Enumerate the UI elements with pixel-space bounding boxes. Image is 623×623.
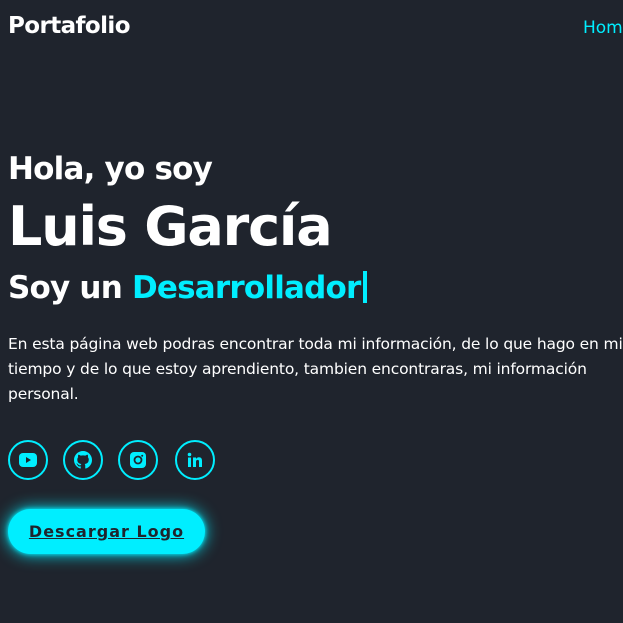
typing-cursor: [362, 271, 367, 303]
role-highlight: Desarrollador: [131, 270, 361, 306]
github-link[interactable]: [63, 440, 103, 480]
nav-link-home[interactable]: Hom: [583, 18, 623, 38]
portfolio-page: Portafolio Hom Hola, yo soy Luis García …: [0, 0, 623, 623]
role-prefix: Soy un: [8, 270, 132, 306]
instagram-icon: [130, 452, 146, 468]
linkedin-link[interactable]: [175, 440, 215, 480]
hero-greeting: Hola, yo soy: [8, 151, 213, 187]
hero-name: Luis García: [8, 195, 333, 258]
linkedin-icon: [187, 452, 202, 467]
site-header: Portafolio Hom: [0, 0, 623, 58]
download-logo-button[interactable]: Descargar Logo: [8, 509, 205, 554]
site-logo[interactable]: Portafolio: [8, 13, 131, 39]
hero-section: Hola, yo soy Luis García Soy un Desarrol…: [8, 145, 623, 407]
instagram-link[interactable]: [118, 440, 158, 480]
github-icon: [74, 451, 92, 469]
youtube-icon: [19, 453, 37, 467]
youtube-link[interactable]: [8, 440, 48, 480]
hero-role: Soy un Desarrollador: [8, 263, 623, 313]
hero-description: En esta página web podras encontrar toda…: [8, 335, 623, 403]
